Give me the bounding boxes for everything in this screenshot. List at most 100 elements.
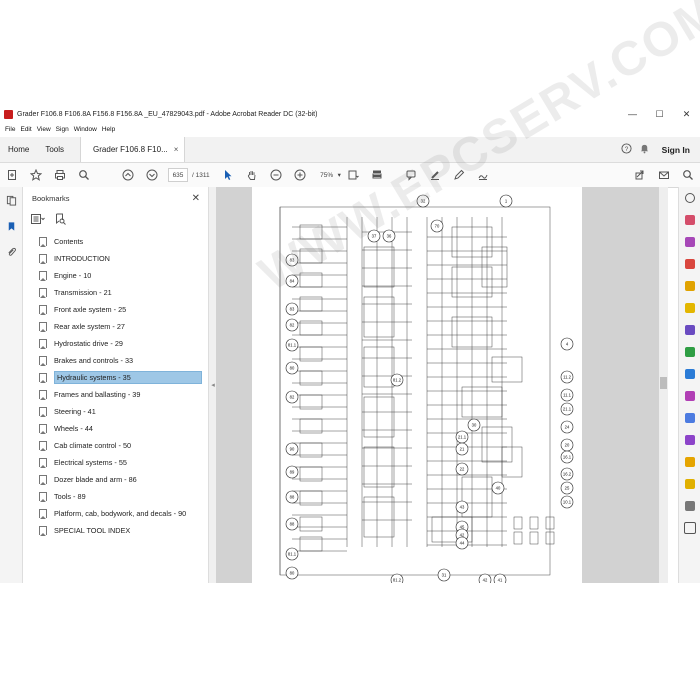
bookmark-item[interactable]: Frames and ballasting - 39 [23,386,208,403]
export-pdf-icon[interactable] [679,253,700,275]
callout-label: 88 [290,495,295,500]
bookmark-item[interactable]: Transmission - 21 [23,284,208,301]
sign-in-button[interactable]: Sign In [662,145,690,155]
more-tools-icon[interactable] [679,495,700,517]
send-for-review-icon[interactable] [679,407,700,429]
bookmark-label: Cab climate control - 50 [54,441,132,450]
fill-sign-tool-icon[interactable] [679,385,700,407]
bookmark-item[interactable]: Brakes and controls - 33 [23,352,208,369]
bookmark-item[interactable]: Wheels - 44 [23,420,208,437]
search-icon-right[interactable] [676,163,700,187]
bookmark-icon [39,475,47,485]
close-button[interactable]: ✕ [673,109,700,120]
email-icon[interactable] [652,163,676,187]
tab-close-icon[interactable]: × [174,145,179,154]
bookmarks-toolbar [23,209,208,229]
bookmark-icon [39,526,47,536]
menu-view[interactable]: View [37,126,51,133]
organize-pages-icon[interactable] [679,231,700,253]
bookmarks-panel-icon[interactable] [0,213,22,239]
zoom-tool-icon[interactable] [679,187,700,209]
bookmark-item[interactable]: INTRODUCTION [23,250,208,267]
schematic-block [299,516,323,532]
vertical-scrollbar[interactable] [659,187,668,583]
callout-bubble: 81.2 [390,373,404,387]
zoom-select[interactable]: 75% ▾ [316,171,341,180]
callout-bubble: 83 [285,302,299,316]
acrobat-window: Grader F106.8 F106.8A F156.8 F156.8A _EU… [0,0,700,587]
bookmark-item[interactable]: Hydrostatic drive - 29 [23,335,208,352]
bookmark-item[interactable]: Engine - 10 [23,267,208,284]
callout-label: 90 [290,447,295,452]
comment-tool-icon[interactable] [679,297,700,319]
help-icon[interactable]: ? [618,143,636,156]
request-signature-icon[interactable] [679,429,700,451]
callout-label: 11.1 [563,393,572,398]
minimize-button[interactable]: — [619,109,646,119]
main-toolbar: 635 / 1311 75% ▾ [0,163,700,188]
bookmark-item[interactable]: Electrical systems - 55 [23,454,208,471]
edit-pdf-icon[interactable] [679,275,700,297]
callout-label: 81.2 [393,578,402,583]
combine-files-icon[interactable] [679,319,700,341]
bookmark-item[interactable]: Platform, cab, bodywork, and decals - 90 [23,505,208,522]
tab-document[interactable]: Grader F106.8 F10... × [80,137,186,162]
bookmark-item[interactable]: Contents [23,233,208,250]
zoom-in-icon[interactable] [288,163,312,187]
bookmark-star-icon[interactable] [24,163,48,187]
bookmark-label: Transmission - 21 [54,288,112,297]
stamp-icon[interactable] [679,451,700,473]
bookmark-item[interactable]: Steering - 41 [23,403,208,420]
select-cursor-icon[interactable] [216,163,240,187]
tab-home[interactable]: Home [0,137,37,162]
scrollbar-thumb[interactable] [660,377,667,389]
hand-icon[interactable] [240,163,264,187]
bookmark-item[interactable]: SPECIAL TOOL INDEX [23,522,208,539]
menu-window[interactable]: Window [74,126,97,133]
schematic-block [461,386,503,418]
callout-label: 10.1 [563,500,572,505]
callout-label: 88 [290,522,295,527]
print-icon[interactable] [48,163,72,187]
attachments-icon[interactable] [0,239,22,265]
page-thumbnails-icon[interactable] [0,187,22,213]
bookmark-item[interactable]: Tools - 89 [23,488,208,505]
measure-icon[interactable] [679,473,700,495]
bookmark-item[interactable]: Cab climate control - 50 [23,437,208,454]
notification-bell-icon[interactable] [636,143,654,156]
new-file-icon[interactable] [0,163,24,187]
menu-file[interactable]: File [5,126,15,133]
bookmark-label: Platform, cab, bodywork, and decals - 90 [54,509,187,518]
bookmark-item[interactable]: Front axle system - 25 [23,301,208,318]
share-link-icon[interactable] [628,163,652,187]
callout-bubble: 11.2 [560,370,574,384]
bookmark-options-icon[interactable] [31,213,45,225]
expand-pane-icon[interactable] [679,517,700,539]
bookmark-item[interactable]: Rear axle system - 27 [23,318,208,335]
create-pdf-icon[interactable] [679,209,700,231]
bookmark-item[interactable]: Dozer blade and arm - 86 [23,471,208,488]
menu-help[interactable]: Help [102,126,115,133]
page-fit-icon[interactable] [341,163,365,187]
protect-icon[interactable] [679,363,700,385]
zoom-value: 75% [320,171,334,179]
zoom-out-icon[interactable] [264,163,288,187]
menu-edit[interactable]: Edit [20,126,31,133]
bookmark-item[interactable]: Hydraulic systems - 35 [23,369,208,386]
tab-tools[interactable]: Tools [37,137,72,162]
bookmarks-close-icon[interactable]: ✕ [192,193,200,204]
maximize-button[interactable]: ☐ [646,109,673,120]
callout-bubble: 88 [285,490,299,504]
callout-label: 43 [460,505,465,510]
find-bookmark-icon[interactable] [53,213,67,225]
bookmark-icon [39,237,47,247]
bookmark-icon [39,271,47,281]
scan-ocr-icon[interactable] [679,341,700,363]
next-page-icon[interactable] [140,163,164,187]
prev-page-icon[interactable] [116,163,140,187]
bookmark-icon [39,390,47,400]
schematic-block [529,516,539,530]
search-icon[interactable] [72,163,96,187]
page-number-input[interactable]: 635 [168,168,188,182]
menu-sign[interactable]: Sign [56,126,69,133]
